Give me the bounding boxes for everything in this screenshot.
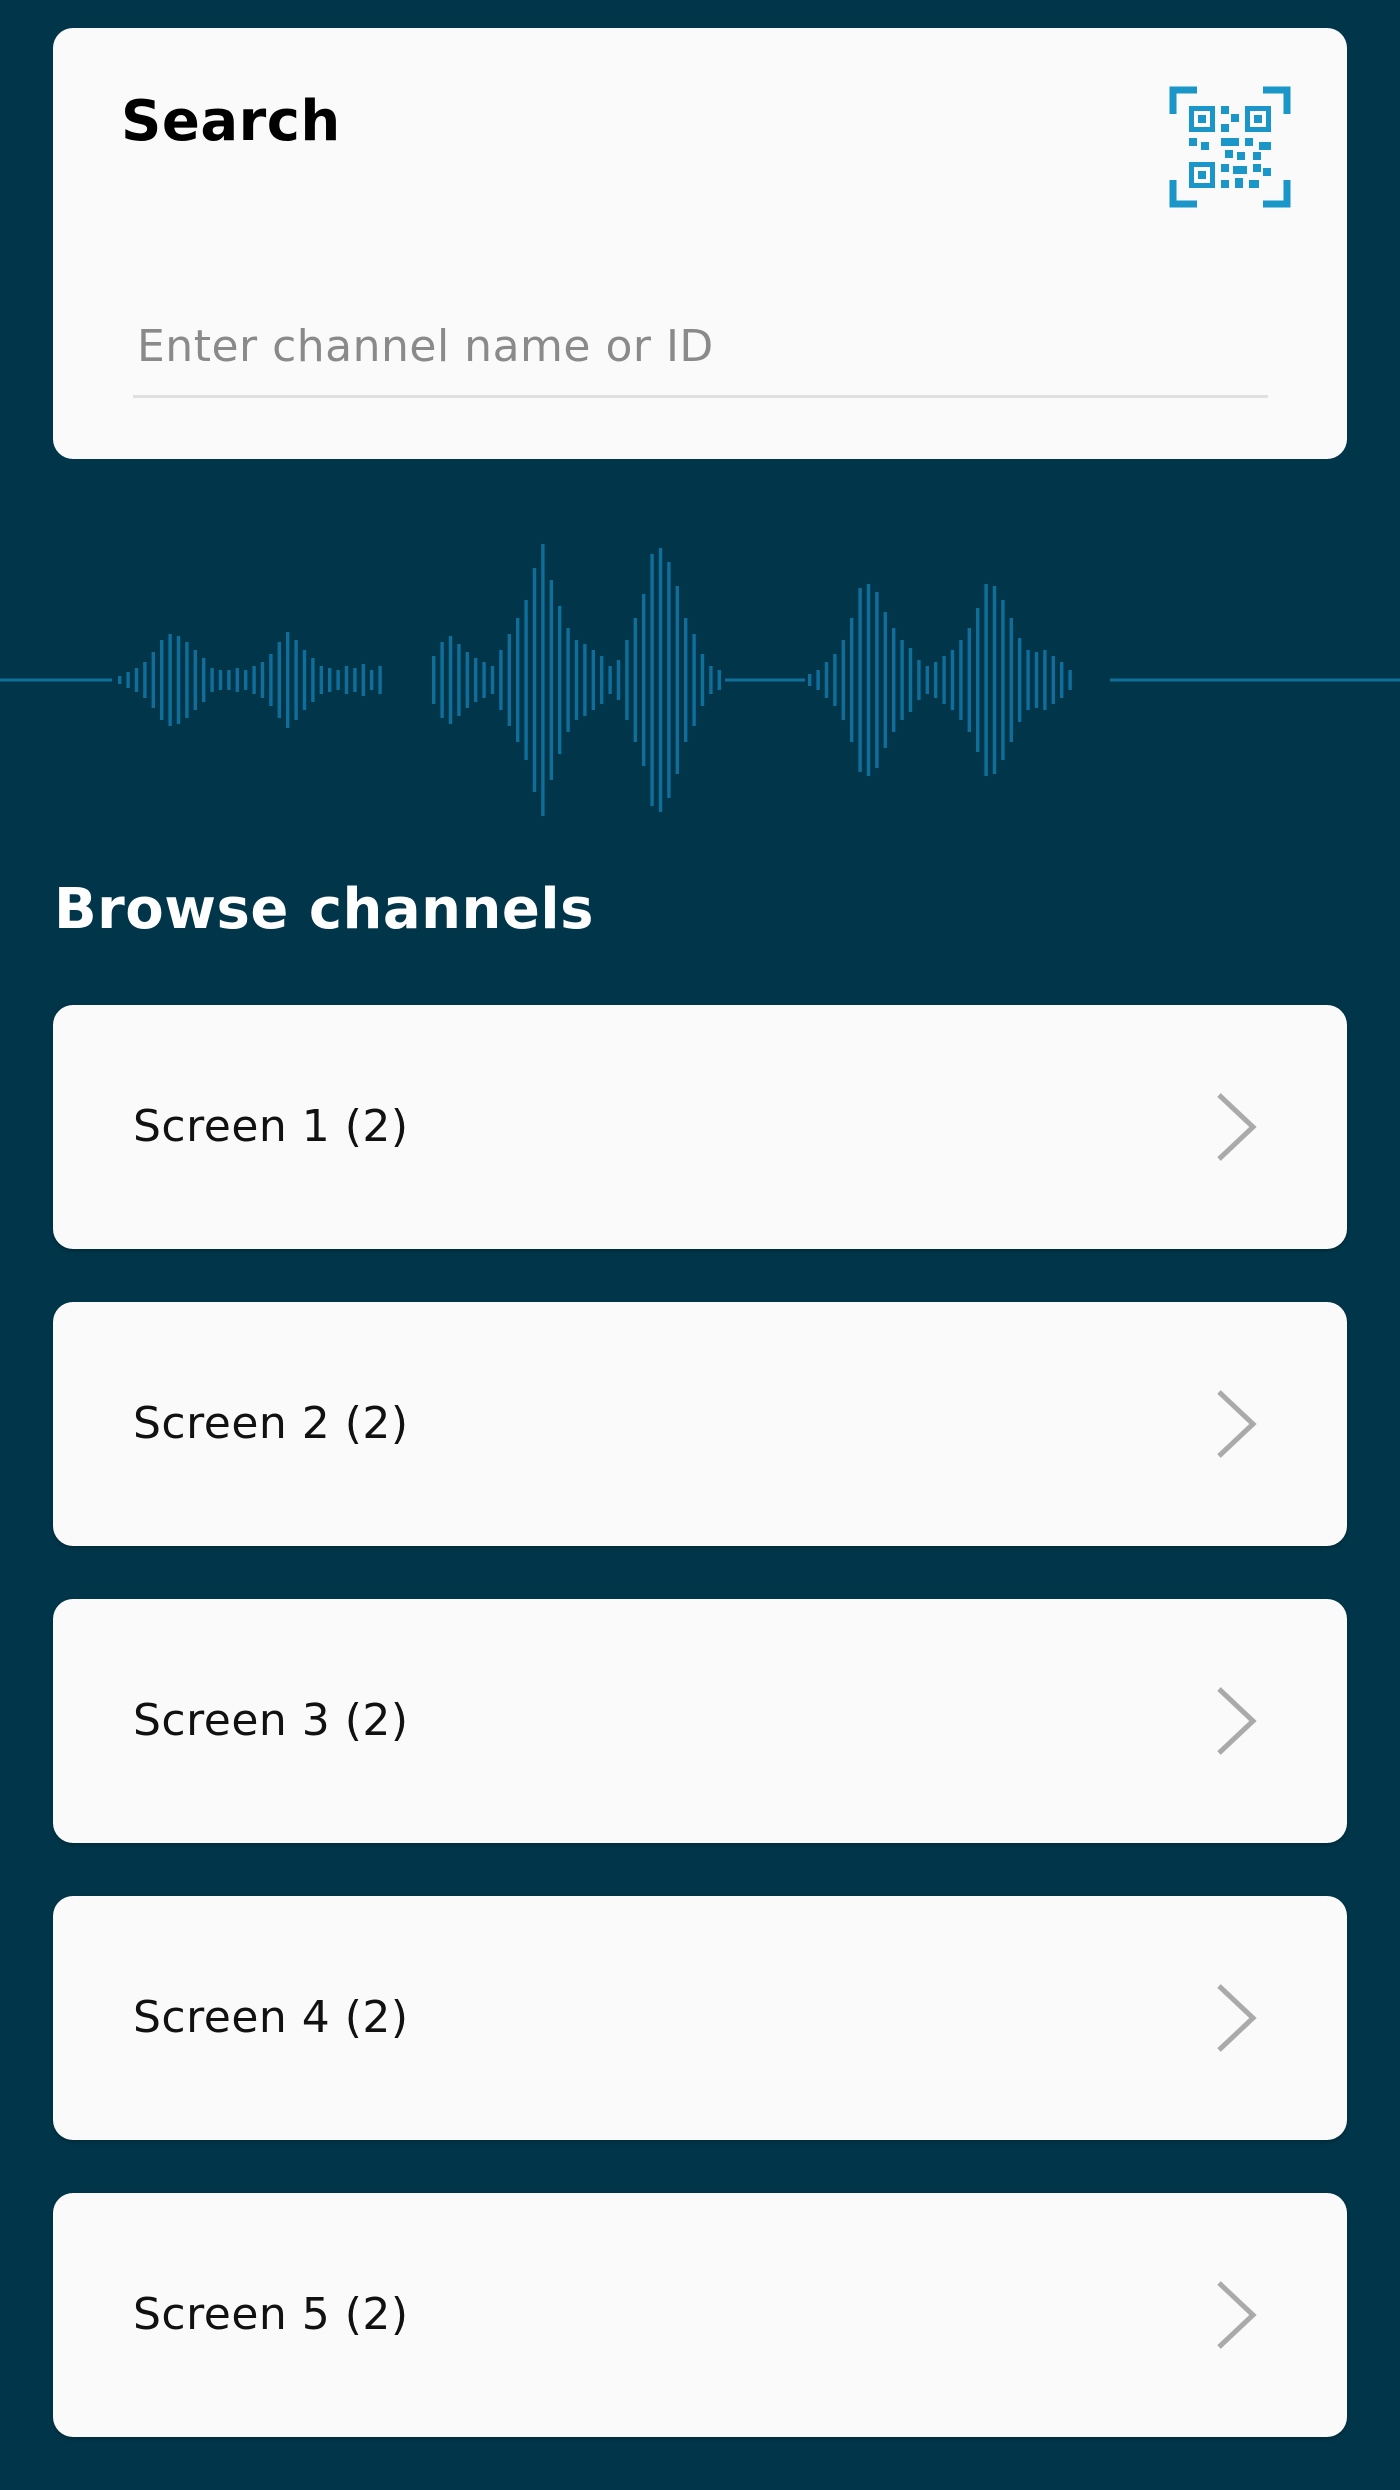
- channel-list: Screen 1 (2) Screen 2 (2) Screen 3 (2) S…: [53, 1005, 1347, 2490]
- browse-channels-title: Browse channels: [54, 877, 594, 942]
- channel-label: Screen 5 (2): [133, 2289, 409, 2340]
- search-input[interactable]: [133, 298, 1268, 398]
- chevron-right-icon: [1215, 2279, 1257, 2351]
- qr-code-scan-icon: [1169, 86, 1291, 208]
- channel-item-screen-5[interactable]: Screen 5 (2): [53, 2193, 1347, 2437]
- channel-label: Screen 4 (2): [133, 1992, 409, 2043]
- chevron-right-icon: [1215, 1982, 1257, 2054]
- channel-item-screen-4[interactable]: Screen 4 (2): [53, 1896, 1347, 2140]
- chevron-right-icon: [1215, 1091, 1257, 1163]
- channel-item-screen-1[interactable]: Screen 1 (2): [53, 1005, 1347, 1249]
- audio-waveform-icon: [0, 544, 1400, 816]
- channel-label: Screen 1 (2): [133, 1101, 409, 1152]
- chevron-right-icon: [1215, 1685, 1257, 1757]
- channel-item-screen-2[interactable]: Screen 2 (2): [53, 1302, 1347, 1546]
- waveform-graphic: [0, 530, 1400, 830]
- channel-label: Screen 3 (2): [133, 1695, 409, 1746]
- channel-label: Screen 2 (2): [133, 1398, 409, 1449]
- search-card: Search: [53, 28, 1347, 459]
- search-title: Search: [121, 89, 341, 154]
- channel-item-screen-3[interactable]: Screen 3 (2): [53, 1599, 1347, 1843]
- chevron-right-icon: [1215, 1388, 1257, 1460]
- qr-scan-button[interactable]: [1169, 86, 1291, 208]
